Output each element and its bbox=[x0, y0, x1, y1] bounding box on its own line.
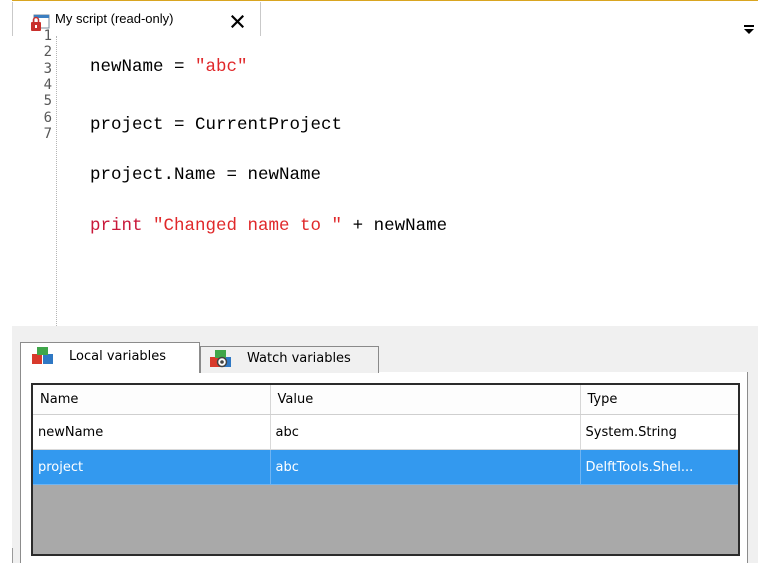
line-number: 7 bbox=[43, 125, 52, 142]
code-token: + newName bbox=[342, 216, 448, 236]
variable-type-cell[interactable]: DelftTools.Shel... bbox=[580, 449, 738, 485]
string-literal: "abc" bbox=[195, 57, 248, 77]
code-line[interactable]: print "Changed name to " + newName bbox=[90, 215, 447, 237]
script-tab-title: My script (read-only) bbox=[55, 11, 174, 26]
variables-grid[interactable]: Name Value Type newName abc System.Strin… bbox=[31, 383, 740, 556]
variable-name-cell[interactable]: project bbox=[33, 449, 271, 485]
code-line[interactable]: project.Name = newName bbox=[90, 164, 321, 186]
keyword-token: print bbox=[90, 216, 143, 236]
tab-local-variables[interactable]: Local variables bbox=[20, 342, 200, 373]
watch-variables-icon bbox=[210, 350, 231, 368]
string-literal: "Changed name to " bbox=[153, 216, 343, 236]
code-line[interactable]: project = CurrentProject bbox=[90, 114, 342, 136]
line-number-gutter-divider bbox=[56, 36, 57, 326]
code-token: newName = bbox=[90, 57, 196, 77]
line-number: 2 bbox=[43, 44, 52, 61]
line-number: 6 bbox=[43, 109, 52, 126]
code-token: project = CurrentProject bbox=[90, 115, 343, 135]
line-number: 5 bbox=[43, 93, 52, 110]
column-header-value[interactable]: Value bbox=[270, 385, 581, 415]
line-number: 3 bbox=[43, 60, 52, 77]
tab-watch-variables-label: Watch variables bbox=[247, 351, 351, 366]
variable-row-selected[interactable]: project abc DelftTools.Shel... bbox=[33, 449, 738, 485]
tab-local-variables-label: Local variables bbox=[69, 349, 167, 364]
code-line[interactable]: newName = "abc" bbox=[90, 56, 248, 78]
variable-value-cell[interactable]: abc bbox=[270, 449, 581, 485]
column-header-type[interactable]: Type bbox=[580, 385, 738, 415]
script-editor[interactable]: 1 newName = "abc" 2 3 project = CurrentProje… bbox=[12, 28, 758, 326]
tab-watch-variables[interactable]: Watch variables bbox=[200, 346, 379, 373]
grid-header-row: Name Value Type bbox=[33, 385, 738, 415]
close-icon[interactable] bbox=[231, 15, 244, 28]
variable-value-cell[interactable]: abc bbox=[270, 414, 581, 450]
column-header-name[interactable]: Name bbox=[33, 385, 271, 415]
code-token: project.Name = newName bbox=[90, 165, 322, 185]
line-number: 1 bbox=[43, 28, 52, 44]
line-number: 4 bbox=[43, 76, 52, 93]
variable-row[interactable]: newName abc System.String bbox=[33, 414, 738, 450]
local-variables-icon bbox=[32, 347, 53, 364]
document-tab-strip: My script (read-only) bbox=[0, 1, 758, 37]
variable-type-cell[interactable]: System.String bbox=[580, 414, 738, 450]
variable-name-cell[interactable]: newName bbox=[33, 414, 271, 450]
tab-overflow-menu-icon[interactable] bbox=[742, 23, 756, 37]
panel-border bbox=[12, 548, 13, 563]
